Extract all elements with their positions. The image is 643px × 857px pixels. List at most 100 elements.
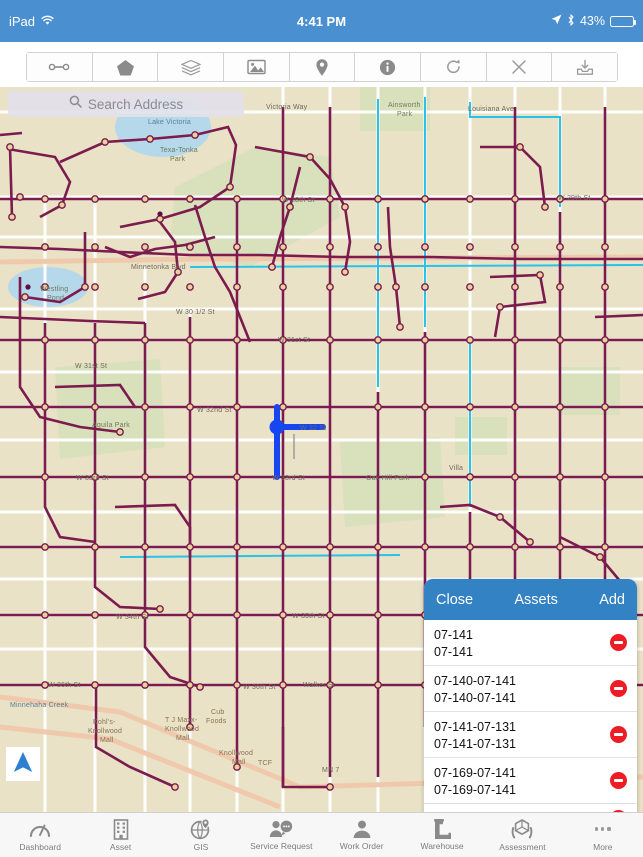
map-label: W 32 St (300, 425, 327, 432)
map-label: W 32nd St (197, 407, 232, 414)
map-label: W 33rd St (272, 475, 305, 482)
asset-row[interactable]: 07-140-07-141 07-140-07-141 (424, 666, 637, 712)
asset-primary-label: 07-140-07-141 (434, 674, 517, 688)
map-label: Walker St (303, 682, 335, 689)
map-label: Villa (449, 465, 464, 472)
tab-work-order[interactable]: Work Order (322, 813, 402, 857)
tab-label: GIS (193, 842, 209, 852)
map-label: Park (397, 111, 413, 118)
basemap-tool-button[interactable] (224, 53, 290, 81)
polygon-tool-button[interactable] (92, 53, 159, 81)
tab-asset[interactable]: Asset (80, 813, 160, 857)
tab-warehouse[interactable]: Warehouse (402, 813, 482, 857)
tab-label: More (593, 842, 613, 852)
navigation-arrow-icon (13, 751, 33, 778)
tab-label: Warehouse (420, 841, 464, 851)
pipe-icon (431, 819, 453, 839)
search-icon (69, 95, 82, 113)
refresh-tool-button[interactable] (421, 53, 487, 81)
tab-more[interactable]: More (563, 813, 643, 857)
tab-label: Service Request (250, 841, 313, 851)
clear-tool-button[interactable] (486, 53, 553, 81)
asset-primary-label: 07-141-07-131 (434, 720, 517, 734)
map-label: Minnetonka Blvd (131, 264, 186, 271)
remove-circle-icon[interactable] (610, 634, 627, 651)
remove-icon-bar (614, 687, 623, 690)
asset-row[interactable]: CC-08K-06HT to CC-08K-07… (424, 804, 637, 812)
map-label: TCF (258, 760, 273, 767)
gis-app-window: iPad 4:41 PM 43% Lake Victoria Texa-Tonk… (0, 0, 643, 857)
asset-secondary-label: 07-141-07-131 (434, 737, 517, 751)
map-pin-icon (315, 58, 329, 77)
remove-icon-bar (614, 779, 623, 782)
device-name: iPad (9, 13, 36, 29)
map-label: W 35th St (292, 613, 325, 620)
person-icon (352, 819, 372, 839)
assets-popover-title: Assets (514, 591, 558, 608)
map-label: Pond (47, 295, 65, 302)
map-label: Foods (206, 718, 227, 725)
polyline-icon (48, 60, 70, 74)
map-label: Knollwood (88, 728, 123, 735)
bluetooth-icon (567, 13, 575, 29)
map-label: Texa-Tonka (160, 147, 198, 154)
remove-icon-bar (614, 733, 623, 736)
close-popover-button[interactable]: Close (436, 592, 473, 608)
asset-row[interactable]: 07-141-07-131 07-141-07-131 (424, 712, 637, 758)
asset-primary-label: 07-169-07-141 (434, 766, 517, 780)
asset-row[interactable]: 07-169-07-141 07-169-07-141 (424, 758, 637, 804)
status-bar-right: 43% (551, 13, 637, 29)
map-label: T J Maxx- (165, 717, 198, 724)
asset-secondary-label: 07-141 (434, 645, 473, 659)
asset-row-labels: 07-140-07-141 07-140-07-141 (434, 671, 516, 705)
asset-row-labels: 07-169-07-141 07-169-07-141 (434, 763, 516, 797)
pentagon-icon (116, 58, 135, 77)
search-address-bar[interactable]: Search Address (8, 91, 244, 117)
tab-label: Asset (109, 842, 132, 852)
asset-row-labels: 07-141 07-141 (434, 625, 473, 659)
place-marker-tool-button[interactable] (289, 53, 356, 81)
tab-gis[interactable]: GIS (161, 813, 241, 857)
close-x-icon (511, 59, 527, 75)
hands-box-icon (511, 818, 533, 840)
assets-list[interactable]: 07-141 07-141 07-140-07-141 07-140-07-141 07… (424, 620, 637, 812)
building-icon (111, 818, 131, 840)
gis-map-canvas[interactable]: Lake Victoria Texa-Tonka Park Westling Pond A… (0, 87, 643, 812)
map-toolbar-area (0, 42, 643, 87)
assets-popover-header: Close Assets Add (424, 579, 637, 620)
info-circle-icon (379, 59, 396, 76)
map-label: Mall (176, 735, 190, 742)
asset-secondary-label: 07-169-07-141 (434, 783, 517, 797)
tab-dashboard[interactable]: Dashboard (0, 813, 80, 857)
map-label: Park (170, 156, 186, 163)
asset-row[interactable]: 07-141 07-141 (424, 620, 637, 666)
battery-icon (610, 15, 637, 27)
layers-tool-button[interactable] (158, 53, 225, 81)
globe-pin-icon (190, 818, 212, 840)
map-label: W 34th St (116, 614, 149, 621)
tab-assessment[interactable]: Assessment (482, 813, 562, 857)
map-label: W 31st St (75, 363, 108, 370)
remove-circle-icon[interactable] (610, 772, 627, 789)
map-label: Oak Hill Park (366, 475, 410, 482)
location-arrow-icon (551, 14, 562, 28)
map-label: Knollwood (219, 750, 254, 757)
download-tool-button[interactable] (552, 53, 618, 81)
layers-icon (180, 59, 201, 76)
search-input[interactable]: Search Address (88, 97, 183, 112)
tab-label: Dashboard (19, 842, 61, 852)
add-asset-button[interactable]: Add (599, 592, 625, 608)
map-label: W 31st St (278, 337, 311, 344)
map-label: Kohl's- (93, 719, 116, 726)
locate-me-button[interactable] (6, 747, 40, 781)
map-label: Ainsworth (388, 102, 421, 109)
remove-circle-icon[interactable] (610, 680, 627, 697)
ios-status-bar: iPad 4:41 PM 43% (0, 0, 643, 42)
tab-service-request[interactable]: Service Request (241, 813, 321, 857)
info-tool-button[interactable] (355, 53, 422, 81)
tab-label: Assessment (499, 842, 546, 852)
map-label: Knollwood (165, 726, 200, 733)
map-label: Mall (100, 737, 114, 744)
remove-circle-icon[interactable] (610, 726, 627, 743)
polyline-tool-button[interactable] (27, 53, 93, 81)
